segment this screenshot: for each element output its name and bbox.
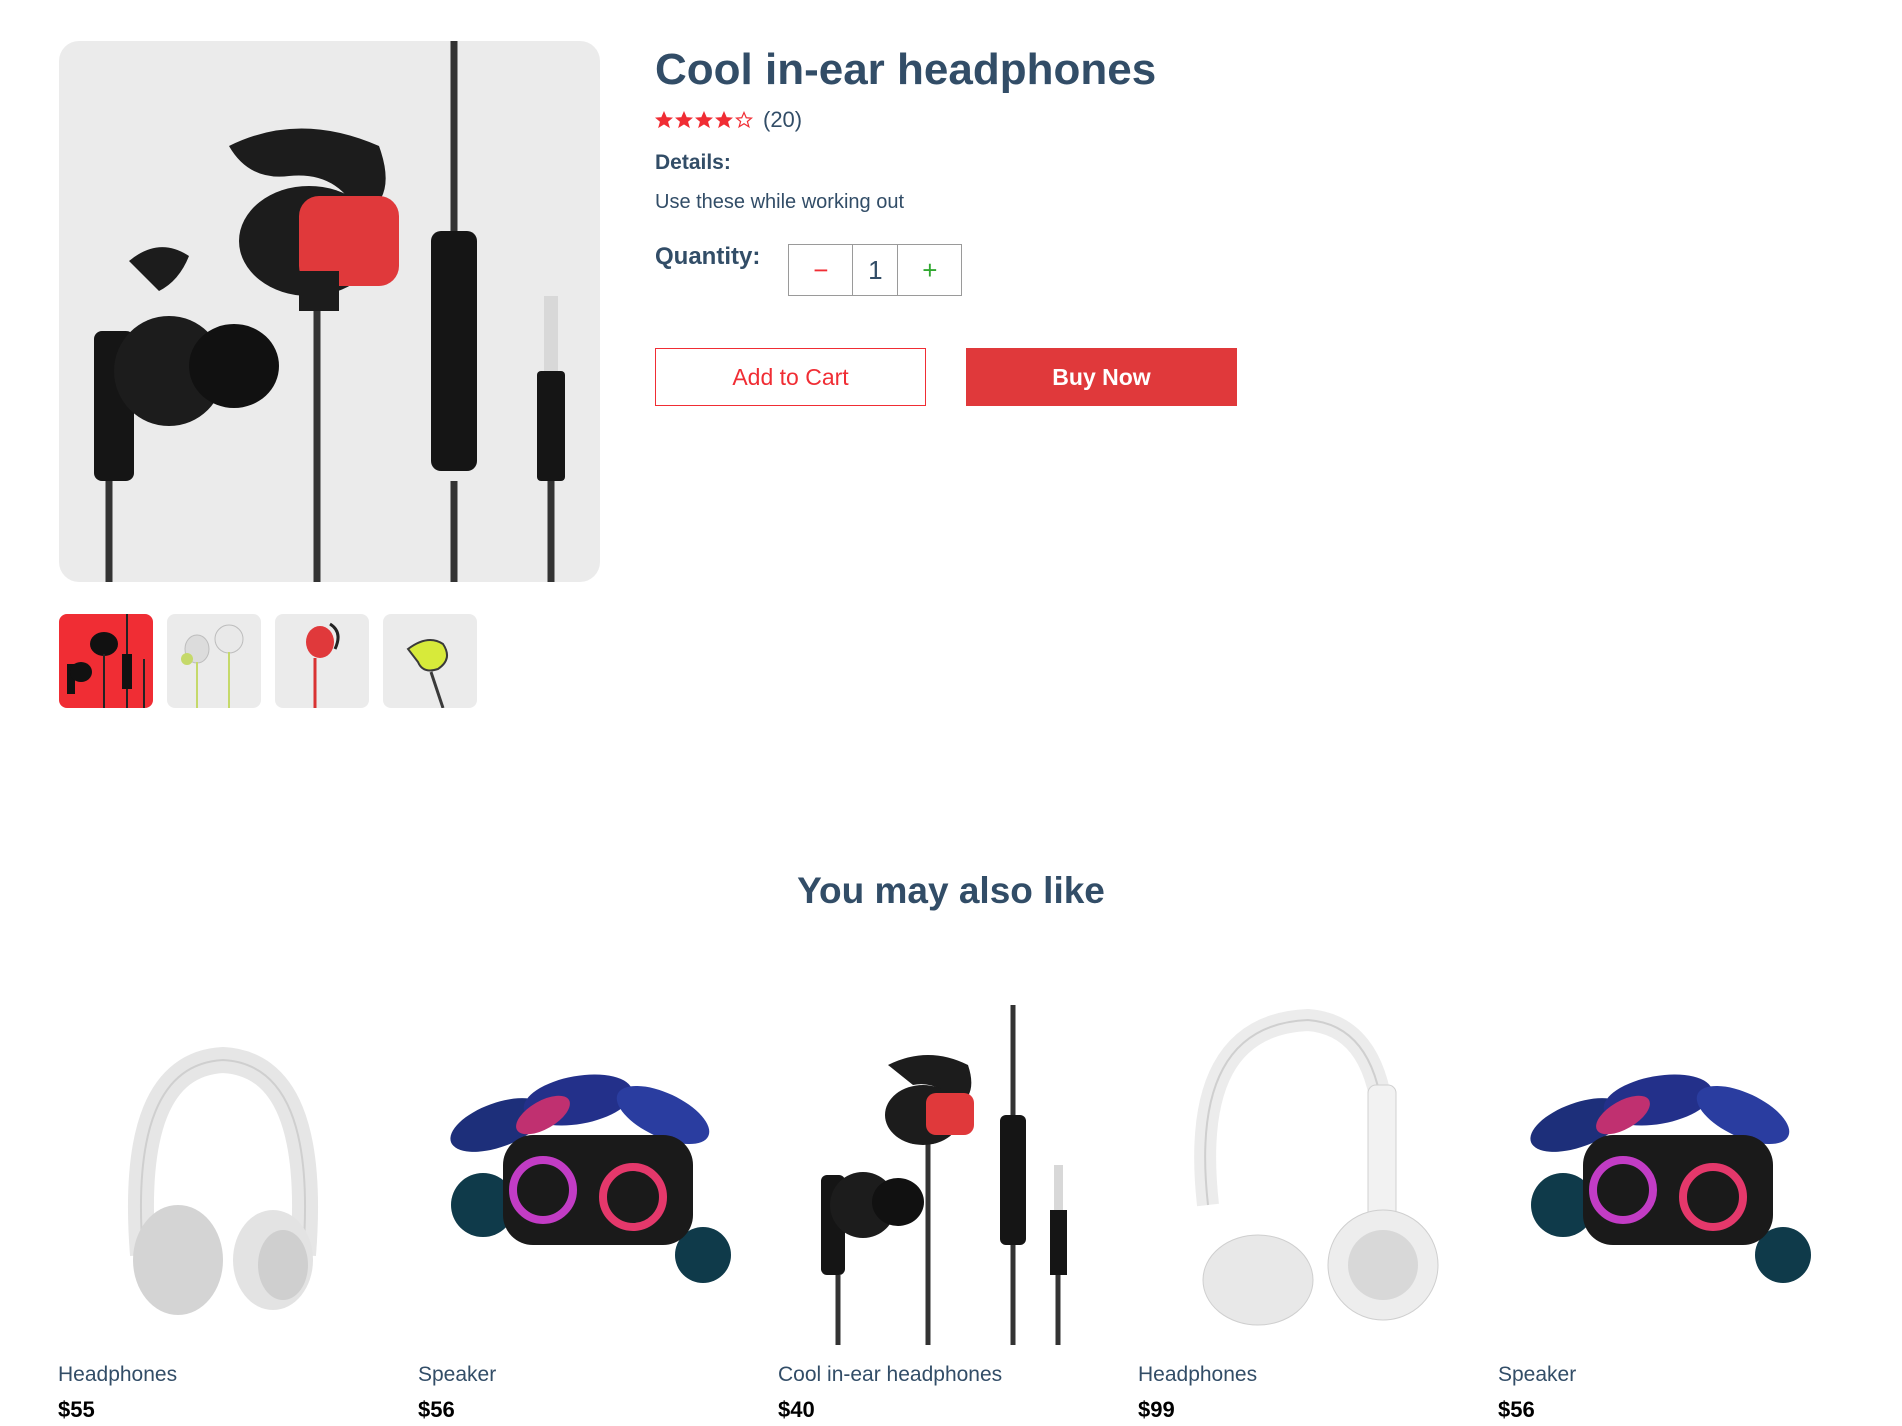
- quantity-row: Quantity: − 1 +: [655, 242, 1237, 296]
- product-card-price: $56: [418, 1397, 455, 1422]
- thumbnail-3[interactable]: [275, 614, 369, 708]
- product-card-image: [1498, 1005, 1828, 1345]
- product-info: Cool in-ear headphones (20) Details: Use…: [655, 41, 1237, 708]
- quantity-stepper: − 1 +: [788, 244, 963, 296]
- star-outline-icon: [735, 111, 753, 129]
- thumbnail-row: [59, 614, 600, 708]
- recommendations-list: Headphones $55 Speaker $56 Cool in-ear h…: [58, 1005, 1828, 1423]
- star-filled-icon: [715, 111, 733, 129]
- product-card[interactable]: Headphones $55: [58, 1005, 388, 1423]
- review-count: (20): [763, 107, 803, 132]
- product-card-price: $99: [1138, 1397, 1175, 1422]
- star-filled-icon: [695, 111, 713, 129]
- buy-now-button[interactable]: Buy Now: [966, 348, 1237, 406]
- product-card-image: [58, 1005, 388, 1345]
- add-to-cart-button[interactable]: Add to Cart: [655, 348, 926, 406]
- in-ear-headphones-image: [821, 1005, 1067, 1345]
- product-card-name: Cool in-ear headphones: [778, 1363, 1003, 1386]
- product-card-image: [418, 1005, 748, 1345]
- product-card[interactable]: Headphones $99: [1138, 1005, 1468, 1423]
- recommendations-title: You may also like: [797, 870, 1105, 911]
- thumbnail-1[interactable]: [59, 614, 153, 708]
- product-card-name: Speaker: [1498, 1363, 1577, 1386]
- product-card-price: $56: [1498, 1397, 1535, 1422]
- star-filled-icon: [675, 111, 693, 129]
- product-card-image: [778, 1005, 1108, 1345]
- lime-earphones-thumbnail: [181, 624, 244, 708]
- product-title: Cool in-ear headphones: [655, 45, 1157, 94]
- thumbnail-2[interactable]: [167, 614, 261, 708]
- rating-row: (20): [655, 107, 1237, 133]
- product-card-name: Headphones: [58, 1363, 178, 1386]
- product-card-price: $40: [778, 1397, 815, 1422]
- thumbnail-4[interactable]: [383, 614, 477, 708]
- increase-quantity-button[interactable]: +: [898, 245, 961, 295]
- product-detail: Cool in-ear headphones (20) Details: Use…: [59, 41, 1237, 708]
- details-text: Use these while working out: [655, 191, 905, 213]
- product-card-name: Headphones: [1138, 1363, 1258, 1386]
- product-card-name: Speaker: [418, 1363, 497, 1386]
- product-card[interactable]: Cool in-ear headphones $40: [778, 1005, 1108, 1423]
- main-product-image: [59, 41, 600, 582]
- quantity-value: 1: [852, 245, 899, 295]
- product-card-price: $55: [58, 1397, 95, 1422]
- in-ear-headphones-image: [94, 41, 565, 582]
- purchase-buttons: Add to Cart Buy Now: [655, 348, 1237, 406]
- product-card-image: [1138, 1005, 1468, 1345]
- party-speaker-image: [1530, 1074, 1811, 1283]
- decrease-quantity-button[interactable]: −: [789, 245, 852, 295]
- white-over-ear-headphones-image: [127, 1046, 319, 1315]
- red-earphones-thumbnail: [67, 614, 145, 708]
- details-heading: Details:: [655, 151, 731, 174]
- product-card[interactable]: Speaker $56: [418, 1005, 748, 1423]
- white-on-ear-headphones-image: [1194, 1008, 1439, 1326]
- product-card[interactable]: Speaker $56: [1498, 1005, 1828, 1423]
- star-filled-icon: [655, 111, 673, 129]
- yellow-earphone-thumbnail: [406, 639, 448, 708]
- party-speaker-image: [450, 1074, 731, 1283]
- quantity-label: Quantity:: [655, 243, 761, 270]
- red-single-earphone-thumbnail: [306, 622, 340, 708]
- product-gallery: [59, 41, 600, 708]
- star-rating: [655, 111, 753, 129]
